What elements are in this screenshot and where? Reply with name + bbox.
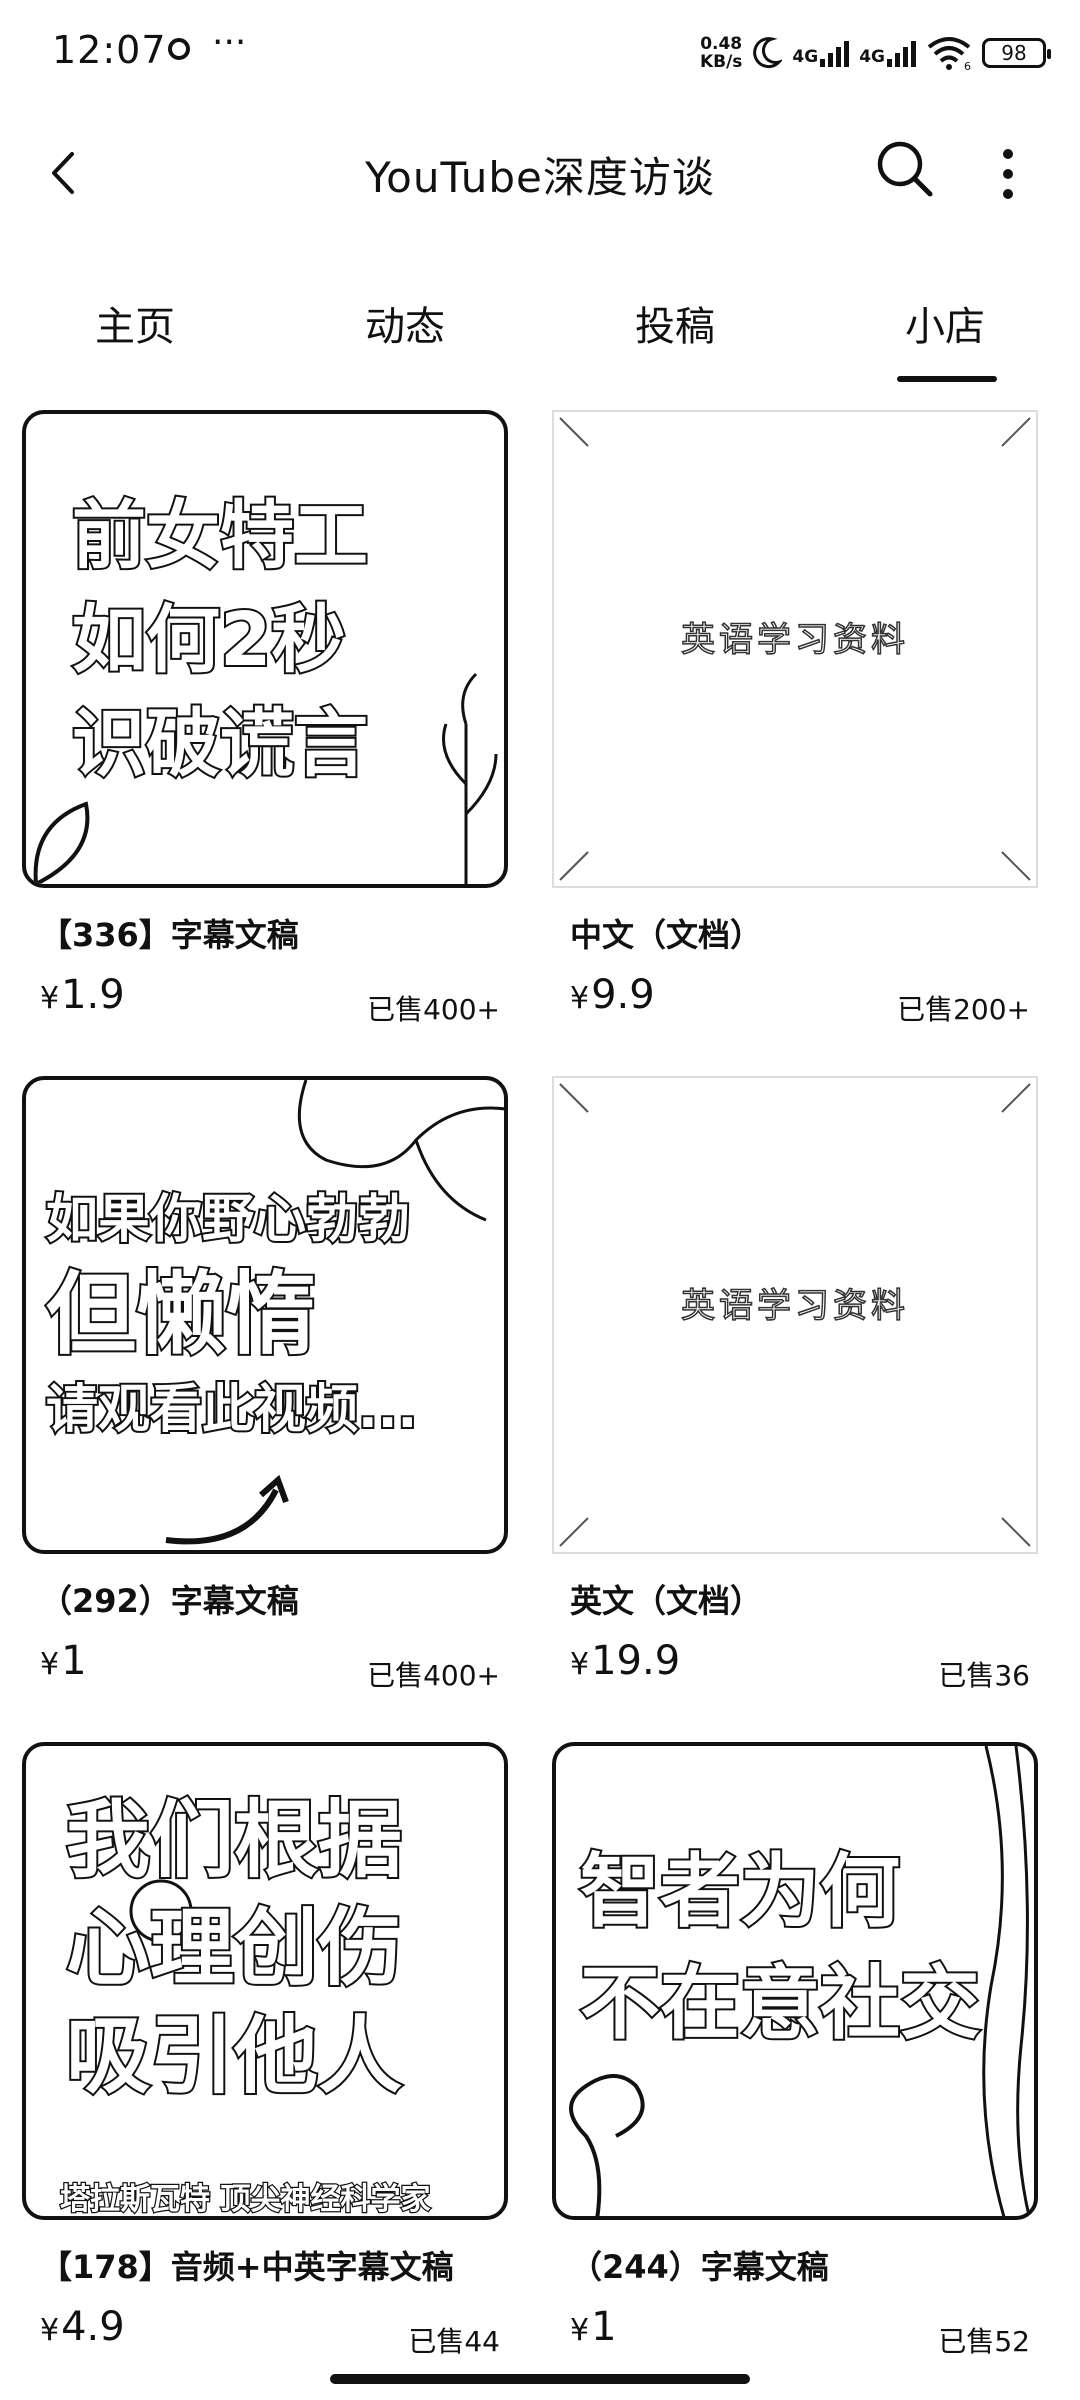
cover-text: 智者为何 不在意社交: [578, 1836, 1014, 2060]
network-speed-value: 0.48: [700, 34, 743, 54]
corner-mark-icon: [1001, 851, 1031, 881]
status-bar: 12:07 ··· 0.48 KB/s 4G 4G 6 98: [0, 0, 1080, 108]
tab-activity[interactable]: 动态: [270, 294, 540, 352]
cover-line: 如何2秒: [70, 595, 348, 685]
corner-mark-icon: [559, 851, 589, 881]
product-cover-image[interactable]: 如果你野心勃勃 但懒惰 请观看此视频...: [22, 1076, 508, 1554]
cover-text: 如果你野心勃勃 但懒惰 请观看此视频...: [44, 1180, 484, 1450]
sold-count: 已售200+: [897, 993, 1030, 1026]
cover-line: 请观看此视频...: [44, 1378, 419, 1442]
cover-line: 如果你野心勃勃: [44, 1188, 412, 1252]
tab-shop[interactable]: 小店: [810, 294, 1080, 352]
more-notifications-icon: ···: [212, 22, 247, 63]
product-cover-placeholder[interactable]: 英语学习资料: [552, 410, 1038, 888]
price-value: 1.9: [61, 972, 125, 1018]
cover-line: 吸引他人: [64, 2005, 404, 2107]
cover-text: 前女特工 如何2秒 识破谎言: [70, 484, 484, 796]
cover-caption: 塔拉斯瓦特 顶尖神经科学家: [59, 2181, 432, 2217]
tab-home[interactable]: 主页: [0, 294, 270, 352]
signal-sim2: 4G: [859, 39, 916, 67]
network-speed: 0.48 KB/s: [700, 35, 742, 71]
search-icon[interactable]: [870, 134, 940, 204]
channel-tabs: 主页 动态 投稿 小店: [0, 278, 1080, 388]
leaf-decoration: [33, 801, 90, 884]
corner-mark-icon: [559, 1517, 589, 1547]
cover-line: 识破谎言: [70, 699, 370, 789]
corner-mark-icon: [559, 417, 589, 447]
product-name: （244）字幕文稿: [570, 2248, 829, 2286]
clock: 12:07: [52, 28, 167, 72]
more-options-icon[interactable]: [998, 144, 1018, 204]
price-value: 4.9: [61, 2304, 125, 2350]
price-value: 19.9: [591, 1638, 681, 1684]
product-name: 中文（文档）: [570, 916, 763, 954]
network-speed-unit: KB/s: [699, 52, 743, 72]
product-cover-image[interactable]: 智者为何 不在意社交: [552, 1742, 1038, 2220]
product-price: ¥1: [570, 2304, 617, 2350]
moon-icon: [753, 37, 783, 69]
product-price: ¥4.9: [40, 2304, 125, 2350]
product-price: ¥1: [40, 1638, 87, 1684]
price-value: 1: [61, 1638, 87, 1684]
corner-mark-icon: [1001, 1517, 1031, 1547]
signal-sim1: 4G: [792, 39, 850, 67]
price-value: 1: [591, 2304, 617, 2350]
sold-count: 已售36: [938, 1659, 1030, 1692]
corner-mark-icon: [559, 1083, 589, 1113]
currency-symbol: ¥: [40, 2313, 60, 2348]
status-icons: 0.48 KB/s 4G 4G 6 98: [700, 30, 1051, 76]
product-name: 【178】音频+中英字幕文稿: [40, 2248, 454, 2286]
battery-level: 98: [1001, 41, 1027, 65]
currency-symbol: ¥: [40, 1647, 60, 1682]
product-name: 英文（文档）: [570, 1582, 763, 1620]
home-indicator[interactable]: [330, 2374, 750, 2384]
cover-line: 但懒惰: [44, 1260, 318, 1369]
cover-line: 前女特工: [70, 491, 370, 581]
product-price: ¥1.9: [40, 972, 125, 1018]
corner-mark-icon: [1001, 1083, 1031, 1113]
ginkgo-leaf-decoration: [569, 2074, 645, 2216]
currency-symbol: ¥: [570, 981, 590, 1016]
product-name: 【336】字幕文稿: [40, 916, 299, 954]
sim2-type: 4G: [859, 47, 885, 67]
tab-uploads[interactable]: 投稿: [540, 294, 810, 352]
top-app-bar: YouTube深度访谈: [0, 108, 1080, 238]
product-price: ¥19.9: [570, 1638, 680, 1684]
cover-line: 心理创伤: [64, 1897, 404, 1999]
product-name: （292）字幕文稿: [40, 1582, 299, 1620]
sold-count: 已售52: [938, 2325, 1030, 2358]
currency-symbol: ¥: [570, 2313, 590, 2348]
product-cover-placeholder[interactable]: 英语学习资料: [552, 1076, 1038, 1554]
product-cover-image[interactable]: 前女特工 如何2秒 识破谎言: [22, 410, 508, 888]
signal-bars-icon: [820, 39, 850, 67]
cover-text: 我们根据 心理创伤 吸引他人: [64, 1786, 484, 2110]
cover-line: 我们根据: [64, 1789, 404, 1891]
notification-icon: [168, 38, 190, 60]
currency-symbol: ¥: [40, 981, 60, 1016]
product-cover-image[interactable]: 我们根据 心理创伤 吸引他人 塔拉斯瓦特 顶尖神经科学家: [22, 1742, 508, 2220]
product-price: ¥9.9: [570, 972, 655, 1018]
arrow-icon: [165, 1474, 289, 1545]
price-value: 9.9: [591, 972, 655, 1018]
placeholder-text: 英语学习资料: [680, 1285, 909, 1327]
svg-text:6: 6: [964, 60, 971, 71]
cover-line: 不在意社交: [578, 1955, 982, 2052]
currency-symbol: ¥: [570, 1647, 590, 1682]
cover-line: 智者为何: [578, 1843, 902, 1940]
sold-count: 已售44: [408, 2325, 500, 2358]
placeholder-text: 英语学习资料: [680, 619, 909, 661]
corner-mark-icon: [1001, 417, 1031, 447]
sold-count: 已售400+: [367, 993, 500, 1026]
battery-icon: 98: [982, 38, 1051, 68]
signal-bars-icon: [887, 39, 916, 67]
active-tab-indicator: [897, 376, 997, 382]
sold-count: 已售400+: [367, 1659, 500, 1692]
wifi-icon: 6: [927, 37, 971, 71]
sim1-type: 4G: [792, 47, 819, 67]
